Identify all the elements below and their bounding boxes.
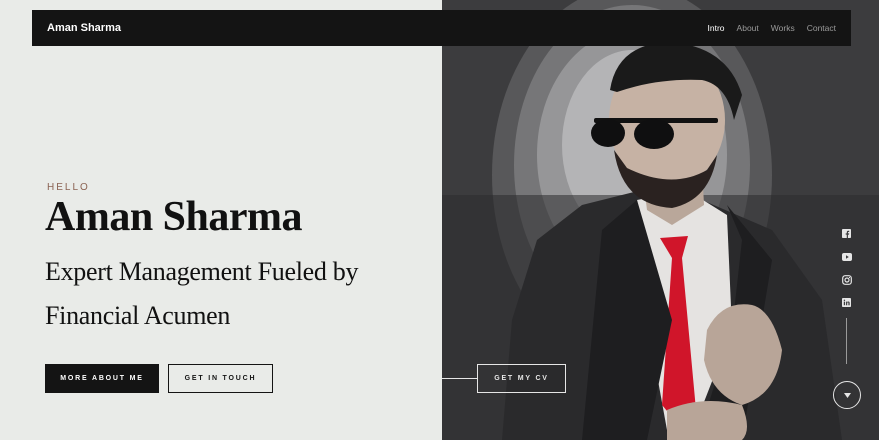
social-divider-line bbox=[846, 318, 847, 364]
cv-connector-line bbox=[442, 378, 477, 379]
more-about-me-button[interactable]: MORE ABOUT ME bbox=[45, 364, 159, 393]
nav-link-intro[interactable]: Intro bbox=[708, 23, 725, 33]
hero-greeting: HELLO bbox=[47, 182, 90, 193]
top-navbar: Aman Sharma Intro About Works Contact bbox=[32, 10, 851, 46]
nav-link-about[interactable]: About bbox=[737, 23, 759, 33]
nav-link-contact[interactable]: Contact bbox=[807, 23, 836, 33]
linkedin-icon[interactable] bbox=[841, 297, 852, 308]
caret-down-icon bbox=[843, 392, 851, 398]
scroll-down-button[interactable] bbox=[833, 381, 861, 409]
hero-tagline-line1: Expert Management Fueled by bbox=[45, 257, 359, 286]
nav-link-works[interactable]: Works bbox=[771, 23, 795, 33]
hero-tagline: Expert Management Fueled by Financial Ac… bbox=[45, 250, 405, 338]
get-in-touch-button[interactable]: GET IN TOUCH bbox=[168, 364, 273, 393]
instagram-icon[interactable] bbox=[841, 274, 852, 285]
brand-logo[interactable]: Aman Sharma bbox=[47, 22, 121, 34]
get-my-cv-button[interactable]: GET MY CV bbox=[477, 364, 566, 393]
facebook-icon[interactable] bbox=[841, 228, 852, 239]
social-links bbox=[841, 228, 852, 308]
nav-links: Intro About Works Contact bbox=[708, 23, 836, 33]
hero-name: Aman Sharma bbox=[45, 194, 303, 240]
youtube-icon[interactable] bbox=[841, 251, 852, 262]
hero-tagline-line2: Financial Acumen bbox=[45, 301, 231, 330]
